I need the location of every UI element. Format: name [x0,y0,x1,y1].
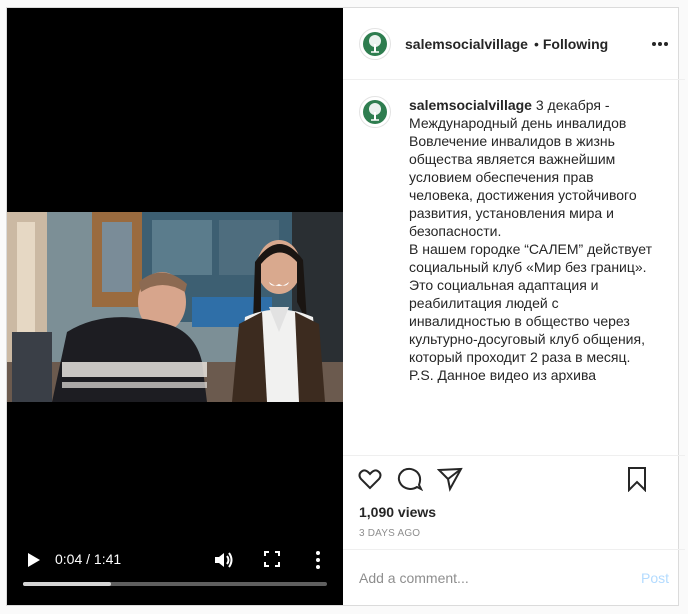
video-progress-fill [23,582,112,586]
fullscreen-icon[interactable] [263,550,281,568]
comment-input[interactable] [359,569,641,586]
avatar[interactable] [359,27,391,60]
action-bar [343,456,685,500]
post-side-panel: salemsocialvillage • Following salemsoci… [343,8,685,605]
caption-line: развития, установления мира и [409,205,614,221]
header-separator: • [533,35,539,52]
play-icon[interactable] [23,550,43,570]
caption-line: 3 декабря - [535,97,610,113]
caption-line: условием обеспечения прав [409,169,594,185]
caption-line: Международный день инвалидов [409,115,627,131]
caption-line: P.S. Данное видео из архива [409,367,597,383]
comment-bubble-icon[interactable] [397,466,424,492]
heart-icon[interactable] [357,466,383,492]
video-progress-bar[interactable] [23,582,327,586]
following-button[interactable]: Following [543,36,608,52]
caption-line: человека, достижения устойчивого [409,187,637,203]
caption-text: salemsocialvillage 3 декабря - Междунаро… [409,96,669,455]
instagram-post: 0:04 / 1:41 salemsocialvillage • Followi… [6,7,685,606]
header-username[interactable]: salemsocialvillage [405,36,528,52]
caption-line: безопасности. [409,223,502,239]
caption-line: Вовлечение инвалидов в жизнь [409,133,615,149]
caption-line: инвалидностью в общество через [409,313,630,329]
paper-plane-icon[interactable] [436,466,463,492]
caption-line: культурно-досуговый клуб общения, [409,331,645,347]
post-comment-button[interactable]: Post [641,570,669,586]
tree-logo-icon [363,100,387,124]
posted-time: 3 DAYS AGO [359,528,421,539]
caption-line: социальный клуб «Мир без границ». [409,259,647,275]
caption-line: общества является важнейшим [409,151,616,167]
post-header: salemsocialvillage • Following [343,8,685,80]
caption-area: salemsocialvillage 3 декабря - Междунаро… [343,80,685,456]
more-horizontal-icon[interactable] [651,36,669,52]
video-still-image [7,212,343,402]
bookmark-icon[interactable] [624,466,650,493]
caption-username[interactable]: salemsocialvillage [409,97,532,113]
volume-icon[interactable] [212,549,234,571]
comment-box: Post [343,549,685,605]
views-count[interactable]: 1,090 views [343,504,685,520]
caption-line: реабилитация людей с [409,295,559,311]
tree-logo-icon [363,31,387,56]
more-vertical-icon[interactable] [312,549,324,571]
caption-line: В нашем городке “САЛЕМ” действует [409,241,652,257]
caption-line: который проходит 2 раза в месяц. [409,349,631,365]
caption-avatar[interactable] [359,96,391,128]
video-time: 0:04 / 1:41 [55,551,122,567]
video-player[interactable]: 0:04 / 1:41 [7,8,343,605]
video-frame[interactable] [7,212,343,402]
video-controls: 0:04 / 1:41 [7,538,343,598]
caption-line: Это социальная адаптация и [409,277,599,293]
